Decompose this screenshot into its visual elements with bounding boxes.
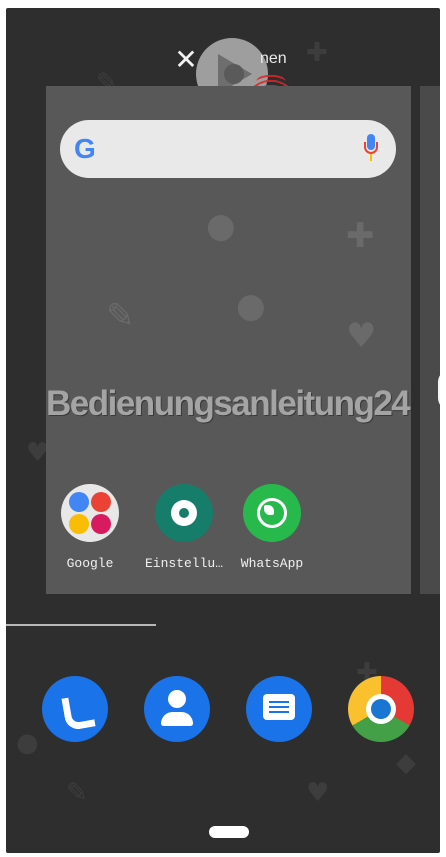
scroll-indicator [6, 624, 156, 626]
wallpaper-drop-icon: ● [16, 728, 39, 758]
watermark-text: Bedienungsanleitung24.de [46, 384, 411, 423]
home-gesture-pill[interactable] [209, 826, 249, 838]
phone-screen: ✎ ✚ ♥ ✚ ● ◆ ♥ ✎ ✕ nen ✚ ● ✎ ♥ ● G Bedien… [6, 8, 440, 853]
messages-icon[interactable] [246, 676, 312, 742]
whatsapp-icon [243, 484, 301, 542]
contacts-icon[interactable] [144, 676, 210, 742]
recents-top-bar: ✕ nen [6, 38, 440, 130]
wallpaper-wrench-icon: ✎ [66, 778, 88, 808]
card-drop-icon: ● [236, 286, 266, 326]
phone-icon[interactable] [42, 676, 108, 742]
app-whatsapp[interactable]: WhatsApp [232, 484, 312, 571]
chrome-icon[interactable] [348, 676, 414, 742]
app-google[interactable]: Google [50, 484, 130, 571]
recent-app-card[interactable]: ✚ ● ✎ ♥ ● G Bedienungsanleitung24.de Goo… [46, 86, 411, 594]
card-heart-icon: ♥ [346, 316, 377, 356]
google-g-icon: G [74, 133, 96, 164]
wallpaper-heart-icon: ♥ [306, 778, 330, 808]
google-search-bar[interactable]: G [60, 120, 396, 178]
next-recent-card[interactable] [420, 86, 440, 594]
app-label: Google [66, 556, 114, 571]
card-drop-icon: ● [206, 206, 236, 246]
play-dot-icon [224, 64, 244, 84]
google-folder-icon [61, 484, 119, 542]
card-plus-icon: ✚ [346, 216, 375, 256]
app-label: WhatsApp [240, 556, 304, 571]
mic-icon[interactable] [364, 134, 378, 164]
top-label: nen [260, 50, 287, 67]
app-label: Einstellu… [144, 556, 223, 571]
app-settings[interactable]: Einstellu… [144, 484, 224, 571]
card-wrench-icon: ✎ [106, 296, 135, 336]
wallpaper-drop-icon: ◆ [396, 748, 416, 778]
settings-gear-icon [155, 484, 213, 542]
